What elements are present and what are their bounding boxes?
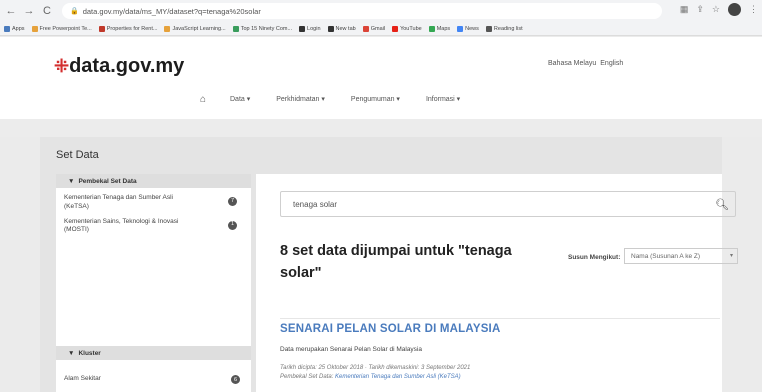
provider-link[interactable]: Kementerian Tenaga dan Sumber Asli (KeTS… (335, 374, 461, 380)
nav-perkhidmatan[interactable]: Perkhidmatan ▾ (276, 95, 325, 103)
logo-text: data.gov.my (69, 55, 185, 77)
page-title: Set Data (56, 149, 99, 161)
bookmark-label: News (465, 25, 479, 32)
search-input-value: tenaga solar (293, 199, 338, 209)
dataset-dates: Tarikh dicipta: 25 Oktober 2018 · Tarikh… (280, 365, 471, 371)
nav-pengumuman[interactable]: Pengumuman ▾ (351, 95, 400, 103)
bookmark-label: Login (307, 25, 321, 32)
count-badge: 6 (231, 375, 240, 384)
lock-icon: 🔒 (70, 8, 79, 15)
extension-icon[interactable]: ▦ (680, 4, 689, 15)
forward-icon[interactable]: → (22, 4, 36, 18)
results-panel: tenaga solar 🔍︎ 8 set data dijumpai untu… (256, 174, 738, 392)
dataset-title-link[interactable]: SENARAI PELAN SOLAR DI MALAYSIA (280, 323, 500, 335)
search-icon[interactable]: 🔍︎ (715, 198, 729, 211)
cluster-filter-heading: ▼ Kluster (56, 346, 251, 360)
bookmark-item[interactable]: Apps (4, 25, 25, 32)
lang-en-link[interactable]: English (600, 60, 623, 67)
star-icon[interactable]: ☆ (712, 4, 720, 15)
site-header: ⁜ data.gov.my Bahasa Melayu English ⌂ Da… (0, 37, 762, 119)
sort-select[interactable]: Nama (Susunan A ke Z) ▾ (624, 248, 738, 264)
divider (280, 318, 720, 319)
logo-mark-icon: ⁜ (54, 56, 69, 76)
provider-label: Pembekal Set Data: (280, 373, 334, 380)
bookmark-item[interactable]: Properties for Rent... (98, 25, 158, 32)
dataset-meta: Tarikh dicipta: 25 Oktober 2018 · Tarikh… (280, 364, 470, 381)
bookmark-item[interactable]: Login (299, 25, 321, 32)
share-icon[interactable]: ⇪ (696, 4, 704, 15)
bookmark-item[interactable]: News (457, 25, 479, 32)
globe-icon (299, 25, 306, 32)
reload-icon[interactable]: C (40, 4, 54, 18)
news-icon (457, 25, 464, 32)
back-icon[interactable]: ← (4, 4, 18, 18)
language-switcher: Bahasa Melayu English (548, 60, 623, 67)
dataset-provider-line: Pembekal Set Data: Kementerian Tenaga da… (280, 373, 470, 382)
sort-label: Susun Mengikut: (568, 254, 621, 261)
page-icon (232, 25, 239, 32)
filter-item-alam-sekitar[interactable]: Alam Sekitar 6 (64, 375, 244, 384)
menu-icon[interactable]: ⋮ (749, 4, 758, 15)
bookmark-label: Gmail (370, 25, 386, 32)
filter-icon: ▼ (68, 349, 75, 357)
bookmark-item[interactable]: Gmail (362, 25, 386, 32)
bookmark-label: New tab (335, 25, 356, 32)
bookmark-item[interactable]: Free Powerpoint Te... (31, 25, 92, 32)
bookmark-label: Top 15 Ninety Com... (240, 25, 293, 32)
url-text: data.gov.my/data/ms_MY/dataset?q=tenaga%… (82, 6, 261, 16)
maps-icon (428, 25, 435, 32)
browser-toolbar: ← → C 🔒 data.gov.my/data/ms_MY/dataset?q… (0, 0, 762, 22)
globe-icon (327, 25, 334, 32)
chevron-down-icon: ▾ (729, 253, 733, 259)
home-icon[interactable]: ⌂ (200, 94, 212, 105)
bookmark-label: Apps (12, 25, 25, 32)
main-nav: ⌂ Data ▾ Perkhidmatan ▾ Pengumuman ▾ Inf… (200, 94, 486, 105)
bookmark-item[interactable]: New tab (327, 25, 356, 32)
site-logo[interactable]: ⁜ data.gov.my (54, 55, 184, 78)
sort-selected-value: Nama (Susunan A ke Z) (631, 252, 701, 260)
nav-informasi[interactable]: Informasi ▾ (426, 95, 460, 103)
bookmark-label: JavaScript Learning... (172, 25, 226, 32)
bookmark-label: Free Powerpoint Te... (39, 25, 92, 32)
bookmarks-bar: Apps Free Powerpoint Te... Properties for … (0, 22, 762, 36)
nav-data[interactable]: Data ▾ (230, 95, 250, 103)
search-input[interactable]: tenaga solar 🔍︎ (280, 191, 736, 217)
lang-ms-link[interactable]: Bahasa Melayu (548, 60, 596, 67)
address-bar[interactable]: 🔒 data.gov.my/data/ms_MY/dataset?q=tenag… (62, 3, 662, 19)
bookmark-item[interactable]: Top 15 Ninety Com... (232, 25, 293, 32)
bookmark-label: Maps (436, 25, 451, 32)
bookmark-item[interactable]: Maps (428, 25, 451, 32)
bookmark-item[interactable]: YouTube (392, 25, 422, 32)
bookmark-label: YouTube (400, 25, 422, 32)
bookmark-label: Reading list (493, 25, 523, 32)
property-icon (98, 25, 105, 32)
youtube-icon (392, 25, 399, 32)
folder-icon (31, 25, 38, 32)
bookmark-item[interactable]: Reading list (485, 25, 523, 32)
sidebar-lower: ▼ Kluster Alam Sekitar 6 (56, 174, 251, 392)
bookmark-label: Properties for Rent... (106, 25, 158, 32)
gmail-icon (362, 25, 369, 32)
dataset-description: Data merupakan Senarai Pelan Solar di Ma… (280, 346, 422, 353)
result-count-heading: 8 set data dijumpai untuk "tenaga solar" (280, 243, 512, 282)
js-icon (164, 25, 171, 32)
profile-avatar[interactable] (728, 3, 741, 16)
reading-list-icon (485, 25, 492, 32)
bookmark-item[interactable]: JavaScript Learning... (164, 25, 226, 32)
header-divider-strip (0, 119, 762, 137)
apps-icon (4, 25, 10, 32)
